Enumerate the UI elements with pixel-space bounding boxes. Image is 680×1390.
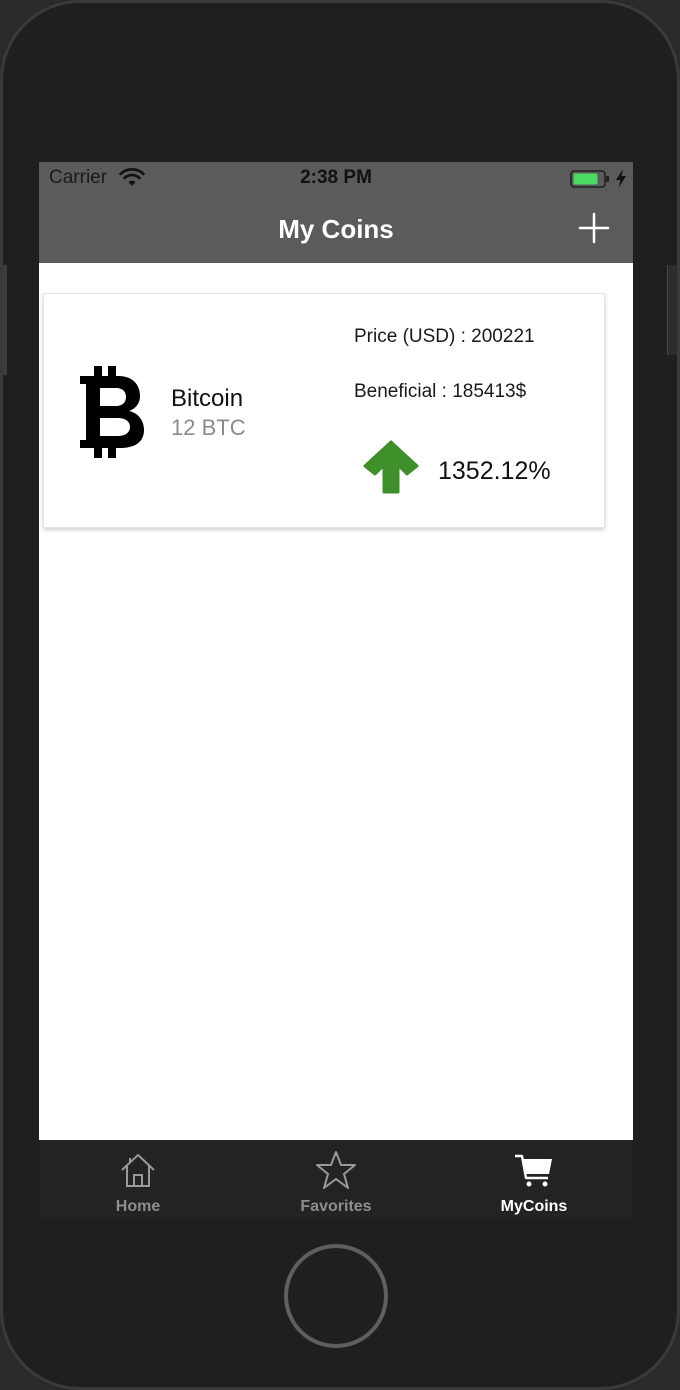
status-bar: Carrier 2:38 PM (39, 162, 633, 194)
change-percent: 1352.12% (438, 457, 551, 485)
house-icon (121, 1154, 155, 1187)
tab-label: MyCoins (500, 1198, 568, 1215)
side-button (667, 265, 677, 355)
star-icon (316, 1151, 356, 1189)
coin-card[interactable]: Bitcoin 12 BTC Price (USD) : 200221 Bene… (43, 293, 605, 528)
bitcoin-icon (80, 366, 144, 458)
price-label: Price (USD) : 200221 (354, 326, 535, 347)
tab-home[interactable]: Home (39, 1140, 237, 1218)
coin-list: Bitcoin 12 BTC Price (USD) : 200221 Bene… (39, 263, 633, 1140)
clock: 2:38 PM (300, 167, 372, 188)
beneficial-label: Beneficial : 185413$ (354, 381, 527, 402)
home-button[interactable] (284, 1244, 388, 1348)
tab-favorites[interactable]: Favorites (237, 1140, 435, 1218)
page-title: My Coins (278, 214, 394, 244)
battery-icon (570, 170, 609, 188)
coin-amount: 12 BTC (171, 415, 246, 440)
tab-bar: Home Favorites MyCoins (39, 1140, 633, 1218)
side-button (3, 265, 7, 375)
cart-icon (515, 1154, 552, 1187)
plus-icon[interactable] (577, 211, 611, 245)
tab-mycoins[interactable]: MyCoins (435, 1140, 633, 1218)
app-screen: Carrier 2:38 PM My Coins Bitcoin 12 BTC … (39, 162, 633, 1218)
coin-name: Bitcoin (171, 385, 244, 412)
arrow-up-icon (363, 440, 419, 494)
tab-label: Home (115, 1198, 161, 1215)
charging-bolt-icon (616, 169, 626, 188)
tab-label: Favorites (300, 1198, 372, 1215)
navigation-bar: My Coins (39, 194, 633, 263)
